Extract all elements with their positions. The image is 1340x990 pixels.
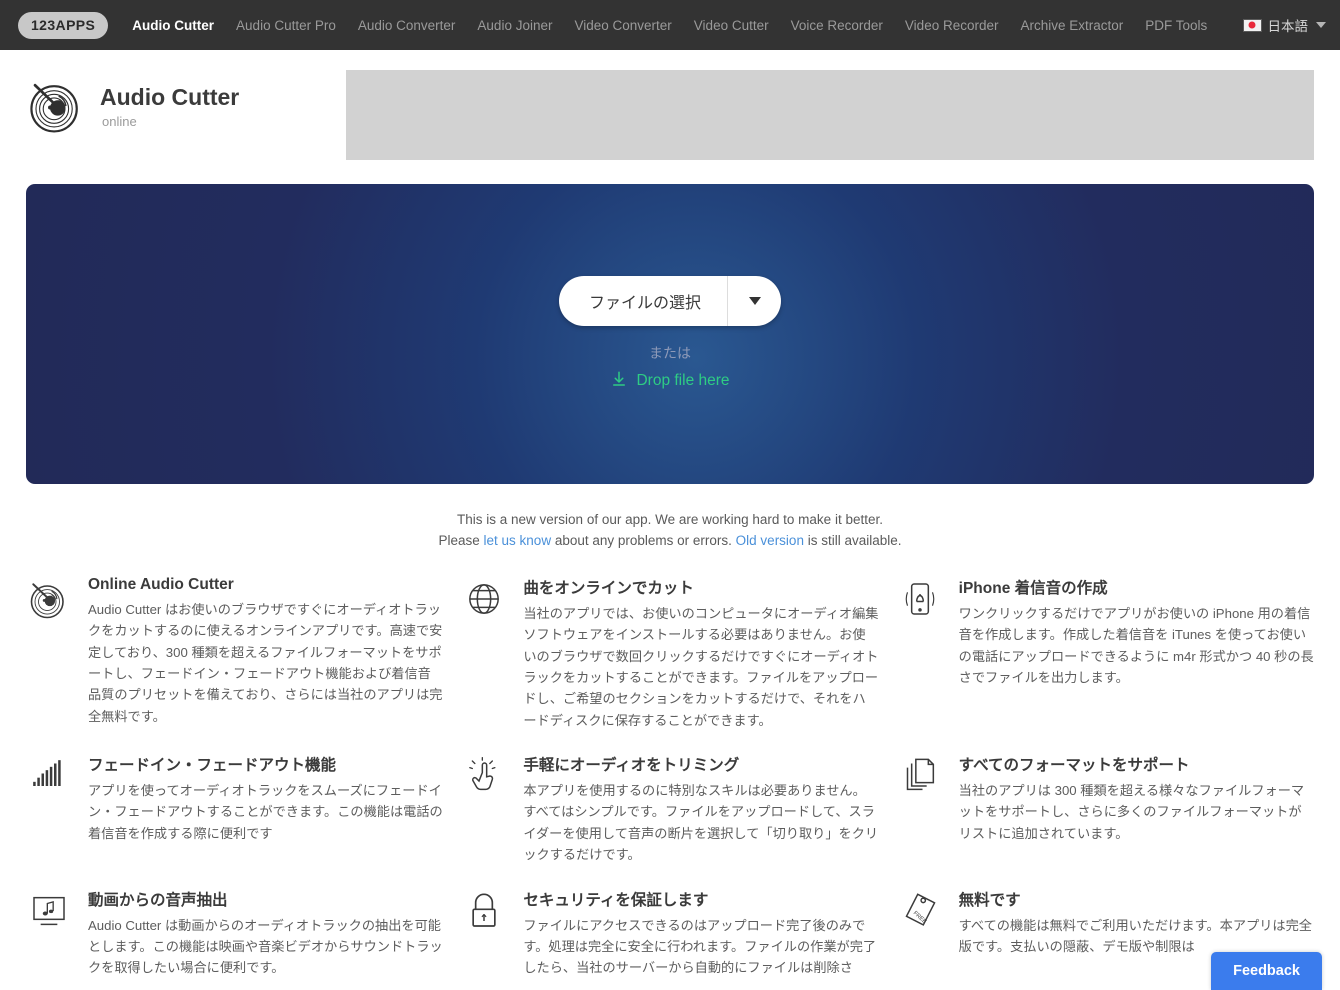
nav-link-audio-joiner[interactable]: Audio Joiner xyxy=(477,18,552,33)
choose-file-dropdown-button[interactable] xyxy=(727,275,781,326)
feature-body: アプリを使ってオーディオトラックをスムーズにフェードイン・フェードアウトすること… xyxy=(88,783,443,841)
vinyl-record-icon xyxy=(26,78,84,136)
feature-body: 当社のアプリでは、お使いのコンピュータにオーディオ編集ソフトウェアをインストール… xyxy=(523,605,879,728)
feature-body: ワンクリックするだけでアプリがお使いの iPhone 用の着信音を作成します。作… xyxy=(958,605,1314,685)
app-logo-block[interactable]: Audio Cutter online xyxy=(26,60,346,136)
feature-text: Online Audio Cutter Audio Cutter はお使いのブラ… xyxy=(88,576,443,731)
page-header: Audio Cutter online xyxy=(0,50,1340,160)
feature-title: セキュリティを保証します xyxy=(523,891,709,909)
feature-body: Audio Cutter はお使いのブラウザですぐにオーディオトラックをカットす… xyxy=(88,601,443,724)
feature-item: Online Audio Cutter Audio Cutter はお使いのブラ… xyxy=(26,576,443,731)
feature-text: すべてのフォーマットをサポート 当社のアプリは 300 種類を超える様々なファイ… xyxy=(959,753,1314,866)
feature-title: 動画からの音声抽出 xyxy=(88,891,228,909)
nav-link-video-converter[interactable]: Video Converter xyxy=(574,18,671,33)
feature-text: 手軽にオーディオをトリミング 本アプリを使用するのに特別なスキルは必要ありません… xyxy=(523,753,878,866)
japan-flag-icon xyxy=(1242,18,1262,32)
monitor-music-icon xyxy=(26,888,72,934)
feature-title: 無料です xyxy=(958,891,1021,909)
feature-text: 動画からの音声抽出 Audio Cutter は動画からのオーディオトラックの抽… xyxy=(88,888,443,979)
feature-body: すべての機能は無料でご利用いただけます。本アプリは完全版です。支払いの隠蔽、デモ… xyxy=(958,917,1312,954)
top-navbar: 123APPS Audio Cutter Audio Cutter Pro Au… xyxy=(0,0,1340,50)
or-label: または xyxy=(649,344,691,361)
drop-file-label: Drop file here xyxy=(636,372,730,389)
notice-line-1: This is a new version of our app. We are… xyxy=(457,512,883,527)
notice-line-2-mid: about any problems or errors. xyxy=(551,532,736,548)
file-drop-zone[interactable]: ファイルの選択 または Drop file here xyxy=(26,184,1314,484)
page-subtitle: online xyxy=(102,113,137,129)
feature-item: セキュリティを保証します ファイルにアクセスできるのはアップロード完了後のみです… xyxy=(461,888,878,979)
nav-link-audio-cutter-pro[interactable]: Audio Cutter Pro xyxy=(236,18,336,33)
page-title: Audio Cutter xyxy=(100,84,240,111)
notice-line-2-post: is still available. xyxy=(803,532,902,548)
copy-files-icon xyxy=(897,753,943,799)
language-label: 日本語 xyxy=(1267,19,1309,34)
click-hand-icon xyxy=(461,753,507,799)
vinyl-record-icon xyxy=(26,576,72,622)
language-selector[interactable]: 日本語 xyxy=(1242,15,1326,35)
feature-item: フェードイン・フェードアウト機能 アプリを使ってオーディオトラックをスムーズにフ… xyxy=(26,753,443,866)
feature-text: フェードイン・フェードアウト機能 アプリを使ってオーディオトラックをスムーズにフ… xyxy=(88,753,443,866)
feature-text: 曲をオンラインでカット 当社のアプリでは、お使いのコンピュータにオーディオ編集ソ… xyxy=(523,576,878,731)
features-grid: Online Audio Cutter Audio Cutter はお使いのブラ… xyxy=(26,576,1314,979)
nav-link-audio-cutter[interactable]: Audio Cutter xyxy=(132,18,214,33)
feature-item: iPhone 着信音の作成 ワンクリックするだけでアプリがお使いの iPhone… xyxy=(897,576,1314,731)
feature-title: フェードイン・フェードアウト機能 xyxy=(88,757,337,775)
feature-title: iPhone 着信音の作成 xyxy=(958,579,1108,597)
let-us-know-link[interactable]: let us know xyxy=(484,533,552,548)
equalizer-bars-icon xyxy=(26,753,72,799)
choose-file-control: ファイルの選択 xyxy=(558,275,781,326)
caret-down-icon xyxy=(748,296,761,305)
nav-link-video-cutter[interactable]: Video Cutter xyxy=(694,18,769,33)
app-title-block: Audio Cutter online xyxy=(100,84,240,129)
ad-placeholder xyxy=(346,70,1314,160)
feature-item: 手軽にオーディオをトリミング 本アプリを使用するのに特別なスキルは必要ありません… xyxy=(461,753,878,866)
download-arrow-icon xyxy=(610,370,628,393)
version-notice: This is a new version of our app. We are… xyxy=(0,510,1340,552)
notice-line-2: Please let us know about any problems or… xyxy=(0,531,1340,552)
feature-body: ファイルにアクセスできるのはアップロード完了後のみです。処理は完全に安全に行われ… xyxy=(523,917,877,976)
nav-link-archive-extractor[interactable]: Archive Extractor xyxy=(1020,18,1123,33)
feature-title: 手軽にオーディオをトリミング xyxy=(523,757,740,775)
old-version-link[interactable]: Old version xyxy=(736,533,804,548)
feature-title: Online Audio Cutter xyxy=(88,575,234,593)
nav-link-video-recorder[interactable]: Video Recorder xyxy=(905,18,999,33)
notice-line-2-pre: Please xyxy=(438,532,484,548)
nav-link-audio-converter[interactable]: Audio Converter xyxy=(358,18,456,33)
feature-item: 動画からの音声抽出 Audio Cutter は動画からのオーディオトラックの抽… xyxy=(26,888,443,979)
feature-body: Audio Cutter は動画からのオーディオトラックの抽出を可能とします。こ… xyxy=(88,917,443,976)
feature-item: 曲をオンラインでカット 当社のアプリでは、お使いのコンピュータにオーディオ編集ソ… xyxy=(461,576,878,731)
brand-logo-123apps[interactable]: 123APPS xyxy=(18,11,109,39)
feature-body: 本アプリを使用するのに特別なスキルは必要ありません。すべてはシンプルです。ファイ… xyxy=(523,783,879,863)
feature-body: 当社のアプリは 300 種類を超える様々なファイルフォーマットをサポートし、さら… xyxy=(958,783,1305,841)
feature-title: 曲をオンラインでカット xyxy=(523,579,694,597)
feature-text: セキュリティを保証します ファイルにアクセスできるのはアップロード完了後のみです… xyxy=(523,888,878,979)
feedback-button[interactable]: Feedback xyxy=(1211,952,1322,990)
drop-file-here[interactable]: Drop file here xyxy=(610,370,730,393)
feature-item: すべてのフォーマットをサポート 当社のアプリは 300 種類を超える様々なファイ… xyxy=(897,753,1314,866)
phone-ringtone-icon xyxy=(897,576,943,622)
feature-text: iPhone 着信音の作成 ワンクリックするだけでアプリがお使いの iPhone… xyxy=(959,576,1314,731)
feature-title: すべてのフォーマットをサポート xyxy=(958,757,1190,775)
chevron-down-icon xyxy=(1316,22,1326,28)
nav-link-pdf-tools[interactable]: PDF Tools xyxy=(1145,18,1207,33)
lock-icon xyxy=(461,888,507,934)
choose-file-button[interactable]: ファイルの選択 xyxy=(559,276,727,326)
globe-icon xyxy=(461,576,507,622)
nav-link-voice-recorder[interactable]: Voice Recorder xyxy=(791,18,883,33)
nav-links: Audio Cutter Audio Cutter Pro Audio Conv… xyxy=(132,18,1242,33)
free-tag-icon: FREE xyxy=(897,888,943,934)
